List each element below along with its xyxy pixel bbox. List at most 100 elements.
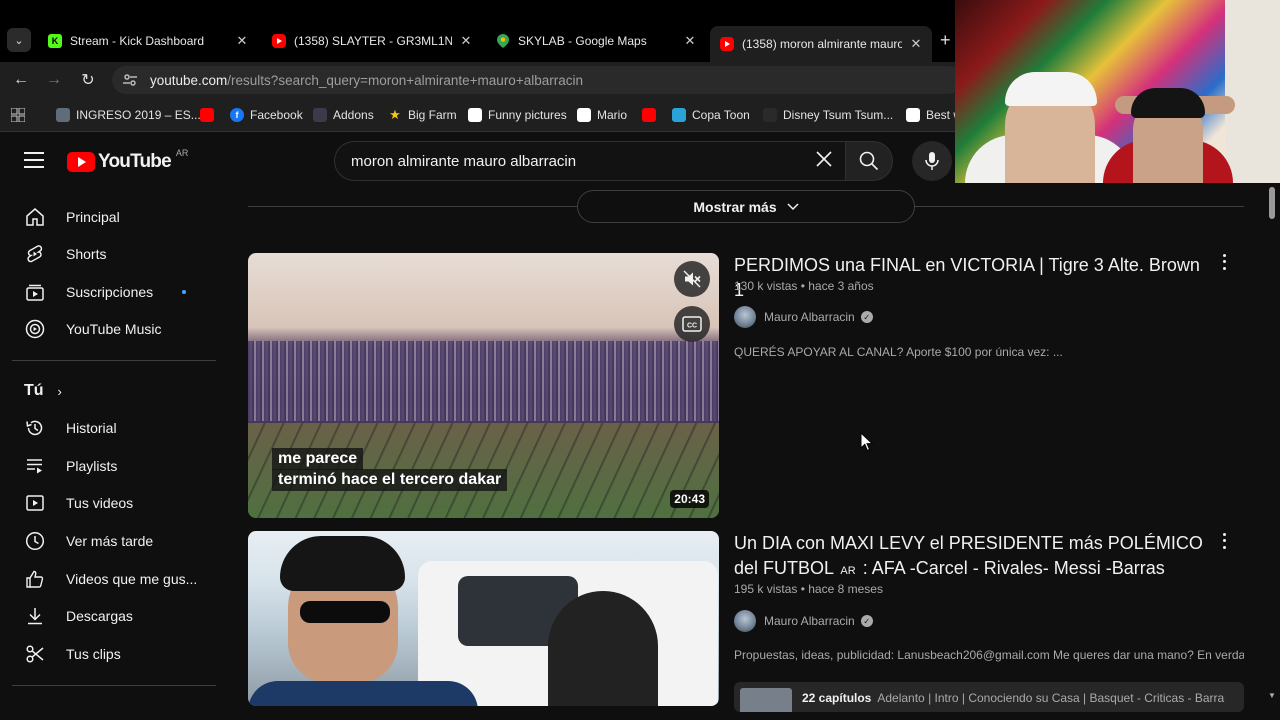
country-tag: AR xyxy=(840,565,856,577)
tab-title: Stream - Kick Dashboard xyxy=(70,34,205,48)
site-settings-icon[interactable] xyxy=(122,72,138,88)
avatar[interactable] xyxy=(734,610,756,632)
video-title-1[interactable]: PERDIMOS una FINAL en VICTORIA | Tigre 3… xyxy=(734,253,1214,303)
close-icon[interactable]: ✕ xyxy=(682,33,698,49)
disney-icon xyxy=(763,108,777,122)
browser-tab-slayter[interactable]: (1358) SLAYTER - GR3ML1N 🧸 ✕ xyxy=(262,26,482,56)
video-duration: 20:43 xyxy=(670,490,709,508)
channel-link-2[interactable]: Mauro Albarracin ✓ xyxy=(734,610,873,632)
sidebar-item-youtube-music[interactable]: YouTube Music xyxy=(12,310,216,347)
sidebar-item-playlists[interactable]: Playlists xyxy=(12,447,216,484)
url-path: /results?search_query=moron+almirante+ma… xyxy=(227,72,583,88)
search-button[interactable] xyxy=(845,141,893,181)
more-options-icon[interactable] xyxy=(1216,531,1232,551)
forward-arrow-icon[interactable]: → xyxy=(44,70,64,90)
bookmark-youtube-2[interactable] xyxy=(642,106,662,124)
browser-tab-youtube-search[interactable]: (1358) moron almirante mauro ✕ xyxy=(710,26,932,62)
bookmark-youtube[interactable] xyxy=(200,106,220,124)
guide-sidebar: Principal Shorts Suscripciones YouTube M… xyxy=(0,189,230,720)
reload-icon[interactable]: ↻ xyxy=(78,70,98,90)
bookmark-best[interactable]: Best w xyxy=(906,106,962,124)
webcam-cap xyxy=(1005,72,1097,106)
search-icon xyxy=(859,151,879,171)
caption-line-1: me parece xyxy=(272,448,364,470)
clear-search-icon[interactable] xyxy=(812,149,836,173)
sidebar-you-heading[interactable]: Tú › xyxy=(24,382,62,400)
video-title-2[interactable]: Un DIA con MAXI LEVY el PRESIDENTE más P… xyxy=(734,531,1214,584)
sidebar-item-historial[interactable]: Historial xyxy=(12,409,216,446)
new-tab-plus-icon[interactable]: + xyxy=(940,30,951,51)
sidebar-item-suscripciones[interactable]: Suscripciones xyxy=(12,273,216,310)
microphone-icon xyxy=(925,152,939,170)
sidebar-divider xyxy=(12,360,216,361)
tab-title: (1358) SLAYTER - GR3ML1N 🧸 xyxy=(294,34,452,48)
close-icon[interactable]: ✕ xyxy=(908,36,924,52)
mute-icon[interactable] xyxy=(674,261,710,297)
browser-tab-maps[interactable]: SKYLAB - Google Maps ✕ xyxy=(486,26,706,56)
back-arrow-icon[interactable]: ← xyxy=(11,70,31,90)
scroll-down-arrow-icon[interactable]: ▼ xyxy=(1268,691,1276,700)
svg-text:CC: CC xyxy=(687,322,697,329)
chapters-strip[interactable]: 22 capítulos Adelanto | Intro | Conociend… xyxy=(734,682,1244,712)
bookmark-disney-tsum[interactable]: Disney Tsum Tsum... xyxy=(763,106,893,124)
closed-captions-icon[interactable]: CC xyxy=(674,306,710,342)
tab-title: (1358) moron almirante mauro xyxy=(742,37,902,51)
country-code: AR xyxy=(175,148,189,158)
logo-text: YouTube xyxy=(98,151,172,172)
video-snippet-1: QUERÉS APOYAR AL CANAL? Aporte $100 por … xyxy=(734,345,1063,359)
youtube-icon xyxy=(272,34,286,48)
addons-icon xyxy=(313,108,327,122)
webcam-hair xyxy=(1131,88,1205,118)
sidebar-item-ver-mas-tarde[interactable]: Ver más tarde xyxy=(12,522,216,559)
facebook-icon: f xyxy=(230,108,244,122)
youtube-logo[interactable]: YouTube AR xyxy=(67,148,189,173)
bookmark-copa-toon[interactable]: Copa Toon xyxy=(672,106,750,124)
page-scrollbar[interactable]: ▼ xyxy=(1266,183,1278,700)
close-icon[interactable]: ✕ xyxy=(458,33,474,49)
video-thumbnail-2[interactable] xyxy=(248,531,719,706)
video-thumbnail-1[interactable]: CC me parece terminó hace el tercero dak… xyxy=(248,253,719,518)
channel-name: Mauro Albarracin xyxy=(764,310,855,324)
search-input[interactable]: moron almirante mauro albarracin xyxy=(334,141,845,181)
avatar[interactable] xyxy=(734,306,756,328)
voice-search-button[interactable] xyxy=(912,141,952,181)
bookmark-addons[interactable]: Addons xyxy=(313,106,374,124)
channel-name: Mauro Albarracin xyxy=(764,614,855,628)
more-options-icon[interactable] xyxy=(1216,252,1232,272)
browser-tab-kick[interactable]: K Stream - Kick Dashboard ✕ xyxy=(38,26,258,56)
page-icon xyxy=(577,108,591,122)
bookmark-ingreso[interactable]: INGRESO 2019 – ES... xyxy=(56,106,201,124)
sidebar-item-shorts[interactable]: Shorts xyxy=(12,235,216,272)
sidebar-item-tus-videos[interactable]: Tus videos xyxy=(12,484,216,521)
webcam-overlay xyxy=(955,0,1280,183)
bookmark-facebook[interactable]: f Facebook xyxy=(230,106,303,124)
sidebar-item-videos-que-me-gustan[interactable]: Videos que me gus... xyxy=(12,560,216,597)
page-icon xyxy=(906,108,920,122)
verified-check-icon: ✓ xyxy=(860,615,873,627)
chevron-down-icon xyxy=(787,202,799,210)
close-icon[interactable]: ✕ xyxy=(234,33,250,49)
apps-grid-icon[interactable] xyxy=(11,106,25,124)
tab-search-chevron-icon[interactable]: ⌄ xyxy=(7,28,31,52)
show-more-button[interactable]: Mostrar más xyxy=(577,190,915,223)
playlists-icon xyxy=(24,455,46,477)
copa-toon-icon xyxy=(672,108,686,122)
sidebar-item-descargas[interactable]: Descargas xyxy=(12,597,216,634)
watch-later-icon xyxy=(24,530,46,552)
download-icon xyxy=(24,605,46,627)
bookmark-big-farm[interactable]: ★ Big Farm xyxy=(388,106,457,124)
bookmark-mario[interactable]: Mario xyxy=(577,106,627,124)
sidebar-item-principal[interactable]: Principal xyxy=(12,198,216,235)
scrollbar-thumb[interactable] xyxy=(1269,187,1275,219)
address-bar[interactable]: youtube.com/results?search_query=moron+a… xyxy=(112,66,962,94)
caption-line-2: terminó hace el tercero dakar xyxy=(272,469,508,491)
globe-icon xyxy=(56,108,70,122)
url-host: youtube.com xyxy=(150,72,228,88)
subscriptions-icon xyxy=(24,281,46,303)
sidebar-item-tus-clips[interactable]: Tus clips xyxy=(12,635,216,672)
maps-icon xyxy=(496,34,510,48)
channel-link-1[interactable]: Mauro Albarracin ✓ xyxy=(734,306,873,328)
hamburger-menu-icon[interactable] xyxy=(24,152,44,168)
chapters-count: 22 capítulos xyxy=(802,691,872,705)
bookmark-funny-pictures[interactable]: Funny pictures xyxy=(468,106,567,124)
